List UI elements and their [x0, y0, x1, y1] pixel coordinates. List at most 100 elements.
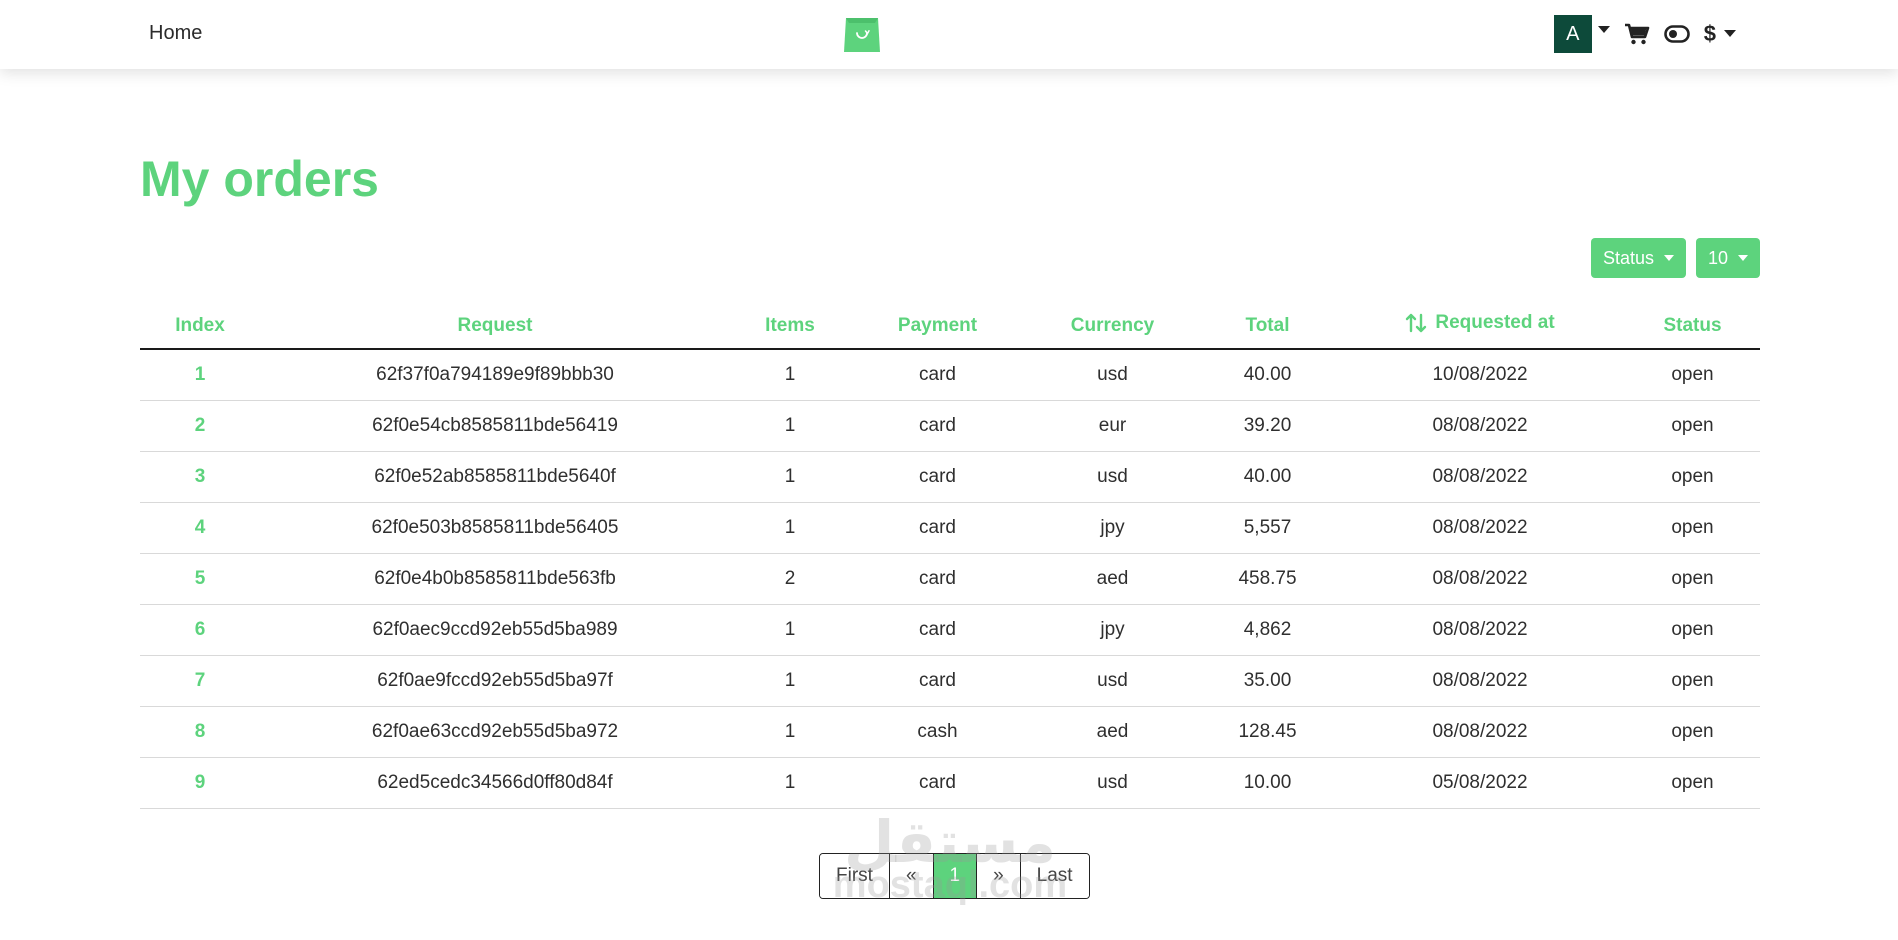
chevron-down-icon — [1724, 29, 1736, 37]
cell-total: 4,862 — [1200, 604, 1335, 656]
cell-payment: card — [850, 604, 1025, 656]
cell-requested-at: 08/08/2022 — [1335, 451, 1625, 503]
cell-status: open — [1625, 655, 1760, 707]
table-row[interactable]: 2 62f0e54cb8585811bde56419 1 card eur 39.20 08… — [140, 400, 1760, 452]
cell-status: open — [1625, 400, 1760, 452]
avatar[interactable]: A — [1553, 15, 1592, 53]
table-row[interactable]: 4 62f0e503b8585811bde56405 1 card jpy 5,557 08… — [140, 502, 1760, 554]
chevron-down-icon — [1597, 25, 1610, 33]
cell-currency: eur — [1025, 400, 1200, 452]
cell-request: 62f37f0a794189e9f89bbb30 — [260, 349, 730, 401]
cell-items: 2 — [730, 553, 850, 605]
cell-index: 7 — [140, 655, 260, 707]
table-row[interactable]: 9 62ed5cedc34566d0ff80d84f 1 card usd 10.00 05… — [140, 757, 1760, 809]
cell-status: open — [1625, 502, 1760, 554]
nav-home-link[interactable]: Home — [149, 22, 202, 45]
cell-requested-at: 08/08/2022 — [1335, 400, 1625, 452]
header-requested-at[interactable]: Requested at — [1335, 303, 1625, 350]
cell-requested-at: 08/08/2022 — [1335, 706, 1625, 758]
page-prev-button[interactable]: « — [889, 854, 934, 898]
cell-items: 1 — [730, 757, 850, 809]
cell-currency: usd — [1025, 349, 1200, 401]
cell-payment: card — [850, 757, 1025, 809]
cell-items: 1 — [730, 502, 850, 554]
page-size-label: 10 — [1707, 247, 1728, 268]
cell-currency: usd — [1025, 655, 1200, 707]
cell-total: 40.00 — [1200, 451, 1335, 503]
cell-items: 1 — [730, 349, 850, 401]
toggle-icon[interactable] — [1663, 25, 1690, 43]
cell-request: 62f0e4b0b8585811bde563fb — [260, 553, 730, 605]
cell-index: 2 — [140, 400, 260, 452]
cell-requested-at: 05/08/2022 — [1335, 757, 1625, 809]
page-size-button[interactable]: 10 — [1695, 238, 1760, 278]
status-filter-label: Status — [1602, 247, 1654, 268]
cell-status: open — [1625, 349, 1760, 401]
cell-items: 1 — [730, 604, 850, 656]
cell-total: 5,557 — [1200, 502, 1335, 554]
currency-selector[interactable]: $ — [1704, 21, 1736, 47]
cell-currency: aed — [1025, 706, 1200, 758]
cell-request: 62f0e503b8585811bde56405 — [260, 502, 730, 554]
cell-index: 3 — [140, 451, 260, 503]
status-filter-button[interactable]: Status — [1590, 238, 1686, 278]
header-index: Index — [140, 303, 260, 350]
cell-payment: card — [850, 400, 1025, 452]
header-total: Total — [1200, 303, 1335, 350]
table-row[interactable]: 1 62f37f0a794189e9f89bbb30 1 card usd 40.00 10… — [140, 349, 1760, 401]
header-items: Items — [730, 303, 850, 350]
cart-icon[interactable] — [1624, 22, 1650, 46]
cell-status: open — [1625, 451, 1760, 503]
header-requested-at-label: Requested at — [1435, 311, 1555, 333]
cell-request: 62f0ae63ccd92eb55d5ba972 — [260, 706, 730, 758]
page-next-button[interactable]: » — [977, 854, 1021, 898]
page-last-button[interactable]: Last — [1020, 854, 1089, 898]
currency-symbol: $ — [1703, 21, 1716, 46]
cell-index: 8 — [140, 706, 260, 758]
cell-index: 1 — [140, 349, 260, 401]
table-header-row: Index Request Items Payment Currency Tot… — [140, 303, 1760, 350]
cell-status: open — [1625, 604, 1760, 656]
table-row[interactable]: 5 62f0e4b0b8585811bde563fb 2 card aed 458.75 0… — [140, 553, 1760, 605]
top-navbar: Home A $ — [0, 0, 1898, 69]
table-row[interactable]: 6 62f0aec9ccd92eb55d5ba989 1 card jpy 4,862 08… — [140, 604, 1760, 656]
cell-index: 5 — [140, 553, 260, 605]
sort-arrows-icon — [1406, 313, 1427, 332]
page-title: My orders — [140, 151, 379, 207]
page-current-button[interactable]: 1 — [933, 854, 978, 898]
cell-status: open — [1625, 706, 1760, 758]
shopping-bag-icon[interactable] — [842, 14, 882, 54]
cell-requested-at: 10/08/2022 — [1335, 349, 1625, 401]
cell-total: 35.00 — [1200, 655, 1335, 707]
user-menu[interactable]: A — [1553, 15, 1610, 53]
cell-total: 458.75 — [1200, 553, 1335, 605]
cell-request: 62f0ae9fccd92eb55d5ba97f — [260, 655, 730, 707]
cell-payment: card — [850, 655, 1025, 707]
table-row[interactable]: 3 62f0e52ab8585811bde5640f 1 card usd 40.00 08… — [140, 451, 1760, 503]
chevron-down-icon — [1663, 255, 1674, 261]
cell-request: 62ed5cedc34566d0ff80d84f — [260, 757, 730, 809]
sort-requested-at-button[interactable]: Requested at — [1405, 311, 1555, 334]
chevron-down-icon — [1738, 255, 1748, 261]
header-request: Request — [260, 303, 730, 350]
cell-currency: aed — [1025, 553, 1200, 605]
cell-items: 1 — [730, 451, 850, 503]
cell-request: 62f0aec9ccd92eb55d5ba989 — [260, 604, 730, 656]
cell-index: 9 — [140, 757, 260, 809]
cell-requested-at: 08/08/2022 — [1335, 553, 1625, 605]
table-filters: Status 10 — [1590, 238, 1760, 278]
table-row[interactable]: 8 62f0ae63ccd92eb55d5ba972 1 cash aed 128.45 0… — [140, 706, 1760, 758]
cell-items: 1 — [730, 706, 850, 758]
cell-currency: usd — [1025, 451, 1200, 503]
cell-total: 128.45 — [1200, 706, 1335, 758]
table-row[interactable]: 7 62f0ae9fccd92eb55d5ba97f 1 card usd 35.00 08… — [140, 655, 1760, 707]
cell-currency: jpy — [1025, 604, 1200, 656]
cell-payment: card — [850, 451, 1025, 503]
cell-requested-at: 08/08/2022 — [1335, 502, 1625, 554]
nav-right-controls: A $ — [1553, 15, 1736, 53]
cell-currency: jpy — [1025, 502, 1200, 554]
cell-payment: cash — [850, 706, 1025, 758]
header-payment: Payment — [850, 303, 1025, 350]
page-first-button[interactable]: First — [820, 854, 890, 898]
cell-total: 40.00 — [1200, 349, 1335, 401]
